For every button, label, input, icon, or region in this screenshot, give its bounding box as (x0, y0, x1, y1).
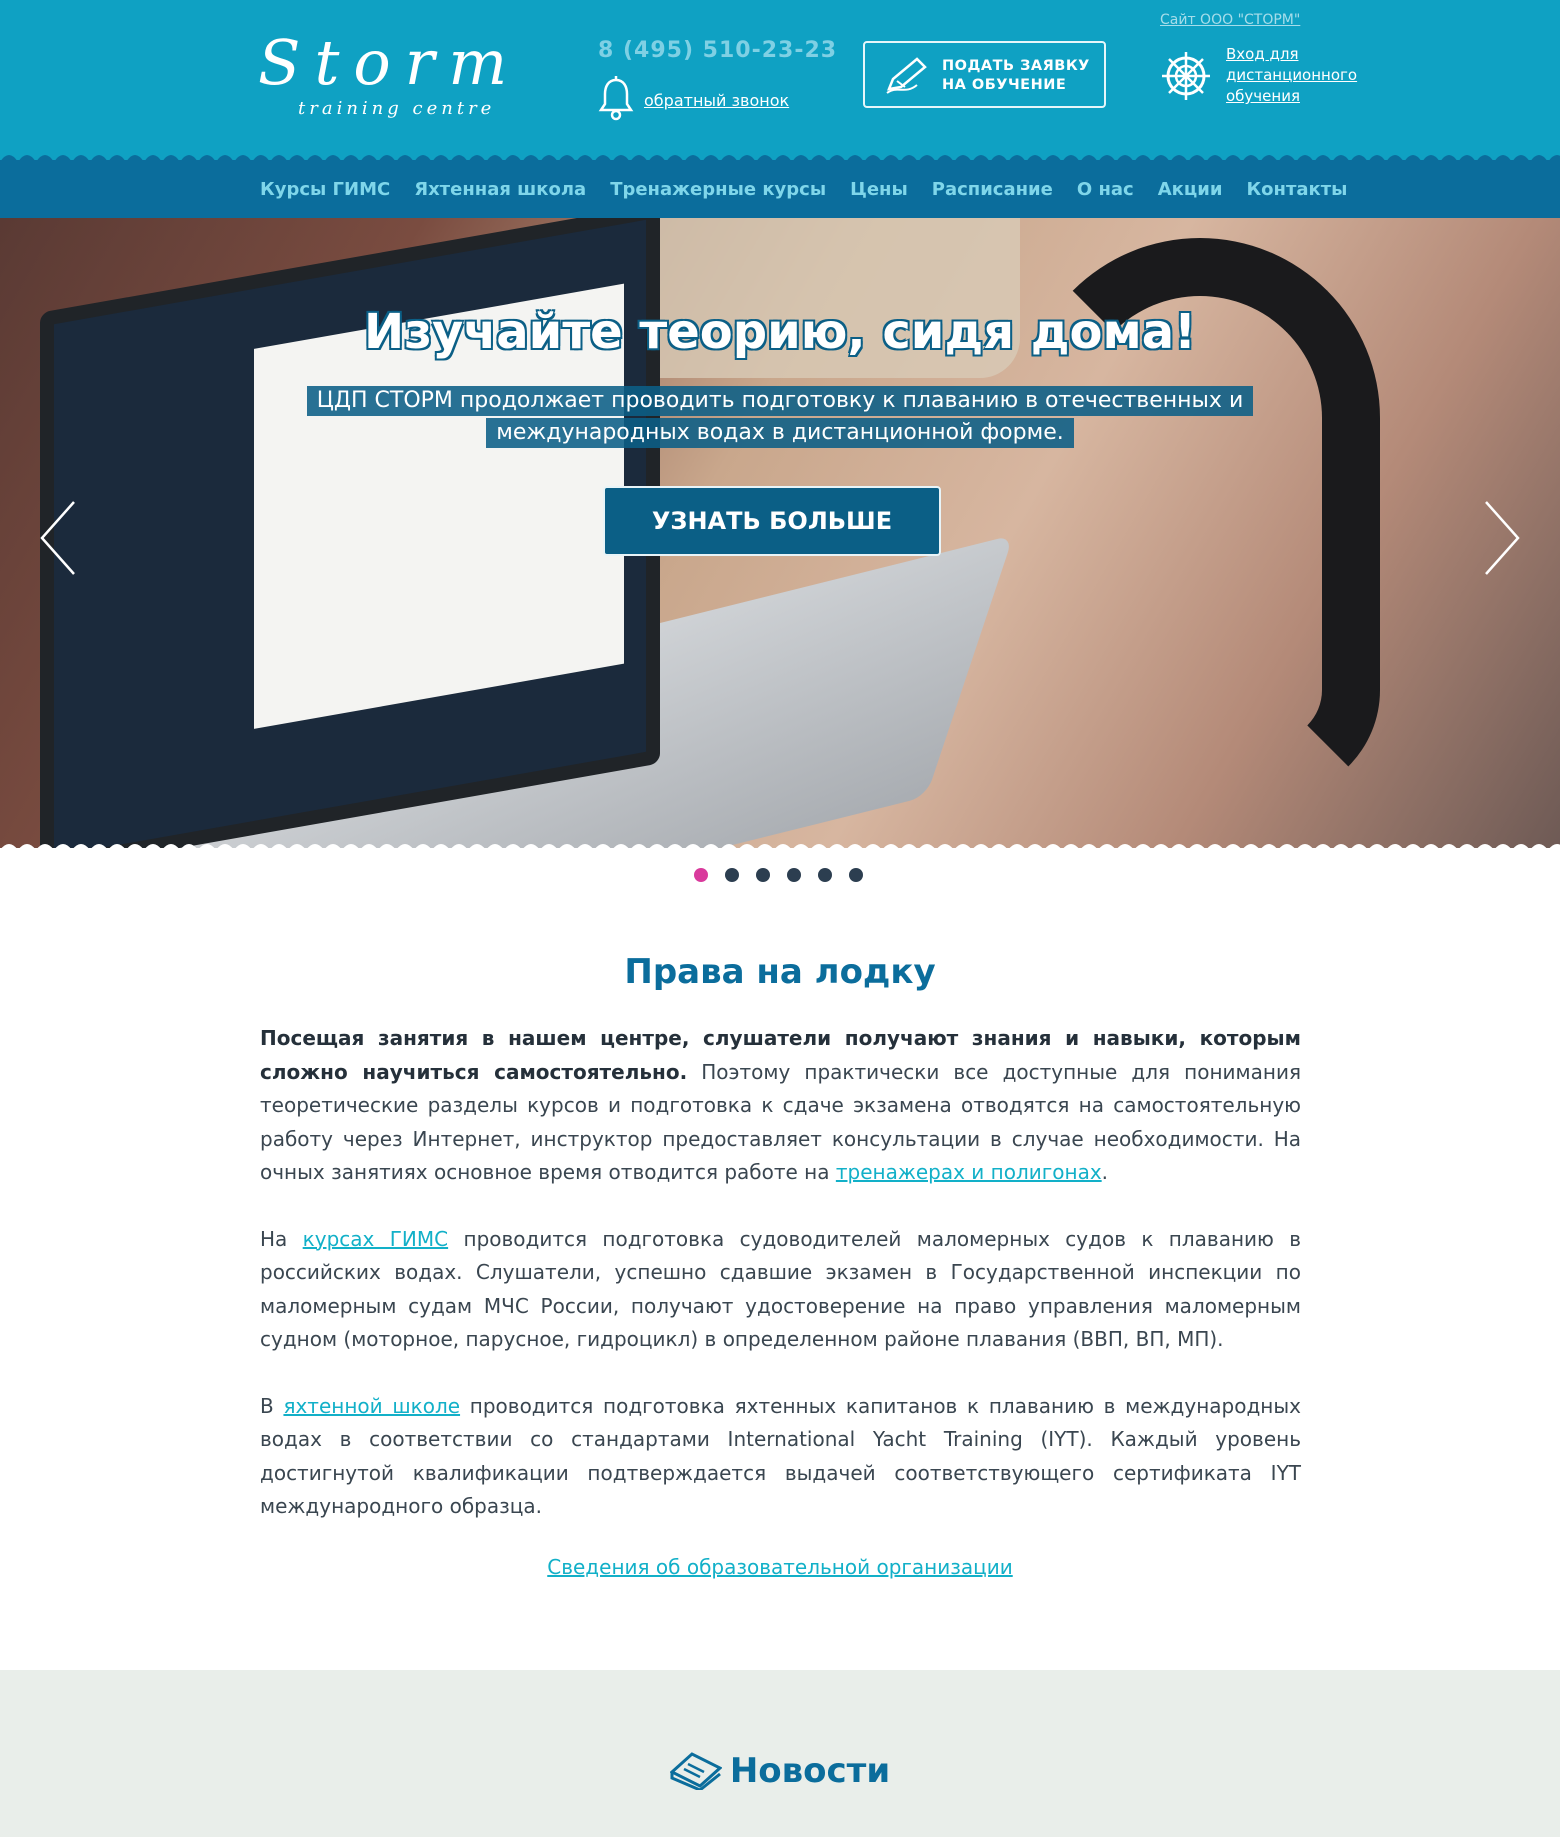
distance-link-line1: Вход для (1226, 45, 1299, 63)
chevron-right-icon[interactable] (1482, 498, 1522, 578)
distance-learning-link[interactable]: Вход для дистанционного обучения (1226, 44, 1366, 107)
intro-text-3-start: В (260, 1393, 284, 1418)
page-title: Права на лодку (624, 952, 936, 992)
apply-label-line2: НА ОБУЧЕНИЕ (942, 77, 1067, 93)
apply-button-label: ПОДАТЬ ЗАЯВКУ НА ОБУЧЕНИЕ (942, 57, 1090, 95)
phone-number[interactable]: 8 (495) 510-23-23 (598, 38, 837, 63)
gims-courses-link[interactable]: курсах ГИМС (303, 1227, 448, 1251)
hero-subtitle-line2: международных водах в дистанционной форм… (486, 418, 1074, 448)
intro-paragraph-2: На курсах ГИМС проводится подготовка суд… (260, 1223, 1301, 1357)
slider-dot-3[interactable] (756, 868, 770, 882)
distance-link-line3: обучения (1226, 87, 1300, 105)
intro-text-2-start: На (260, 1226, 303, 1251)
simulators-link[interactable]: тренажерах и полигонах (836, 1160, 1102, 1184)
main-nav: Курсы ГИМС Яхтенная школа Тренажерные ку… (0, 160, 1560, 218)
news-title: Новости (729, 1751, 891, 1791)
slider-dot-5[interactable] (818, 868, 832, 882)
learn-more-button[interactable]: УЗНАТЬ БОЛЬШЕ (603, 486, 941, 556)
intro-paragraph-3: В яхтенной школе проводится подготовка я… (260, 1390, 1301, 1524)
hero-slider: Изучайте теорию, сидя дома! ЦДП СТОРМ пр… (0, 218, 1560, 848)
slider-dot-4[interactable] (787, 868, 801, 882)
intro-text-1-end: . (1101, 1160, 1109, 1184)
hero-subtitle: ЦДП СТОРМ продолжает проводить подготовк… (0, 386, 1560, 450)
intro-paragraph-1: Посещая занятия в нашем центре, слушател… (260, 1022, 1301, 1190)
newspaper-icon (669, 1752, 722, 1790)
nav-item-schedule[interactable]: Расписание (932, 179, 1053, 200)
callback-link[interactable]: обратный звонок (644, 91, 789, 110)
hero-title: Изучайте теорию, сидя дома! (363, 304, 1196, 360)
yacht-school-link[interactable]: яхтенной школе (283, 1394, 460, 1418)
chevron-left-icon[interactable] (38, 498, 78, 578)
intro-text: Посещая занятия в нашем центре, слушател… (260, 1022, 1301, 1557)
news-heading: Новости (0, 1750, 1560, 1791)
distance-link-line2: дистанционного (1226, 66, 1358, 84)
logo[interactable]: Storm training centre (258, 26, 507, 126)
nav-list: Курсы ГИМС Яхтенная школа Тренажерные ку… (260, 160, 1371, 218)
nav-item-about[interactable]: О нас (1077, 179, 1134, 200)
slider-dots (694, 868, 880, 882)
header: Сайт ООО "СТОРМ" Storm training centre 8… (0, 0, 1560, 162)
news-section: Новости (0, 1670, 1560, 1837)
hero-wave-divider (0, 844, 1560, 850)
logo-subtitle: training centre (298, 98, 496, 119)
nav-item-yacht-school[interactable]: Яхтенная школа (414, 179, 586, 200)
slider-dot-2[interactable] (725, 868, 739, 882)
slider-dot-6[interactable] (849, 868, 863, 882)
nav-item-contacts[interactable]: Контакты (1246, 179, 1347, 200)
apply-label-line1: ПОДАТЬ ЗАЯВКУ (942, 58, 1090, 74)
company-site-link[interactable]: Сайт ООО "СТОРМ" (1160, 12, 1300, 28)
organization-info-link[interactable]: Сведения об образовательной организации (0, 1555, 1560, 1579)
slider-dot-1[interactable] (694, 868, 708, 882)
apply-training-button[interactable]: ПОДАТЬ ЗАЯВКУ НА ОБУЧЕНИЕ (863, 41, 1106, 108)
hero-subtitle-line1: ЦДП СТОРМ продолжает проводить подготовк… (306, 386, 1254, 416)
ship-wheel-icon (1162, 52, 1210, 100)
nav-item-simulator[interactable]: Тренажерные курсы (610, 179, 826, 200)
logo-word: Storm (258, 26, 522, 99)
nav-item-promotions[interactable]: Акции (1158, 179, 1223, 200)
bell-icon (598, 76, 634, 121)
nav-item-gims[interactable]: Курсы ГИМС (260, 179, 390, 200)
nav-item-prices[interactable]: Цены (850, 179, 908, 200)
pencil-icon (886, 57, 927, 94)
